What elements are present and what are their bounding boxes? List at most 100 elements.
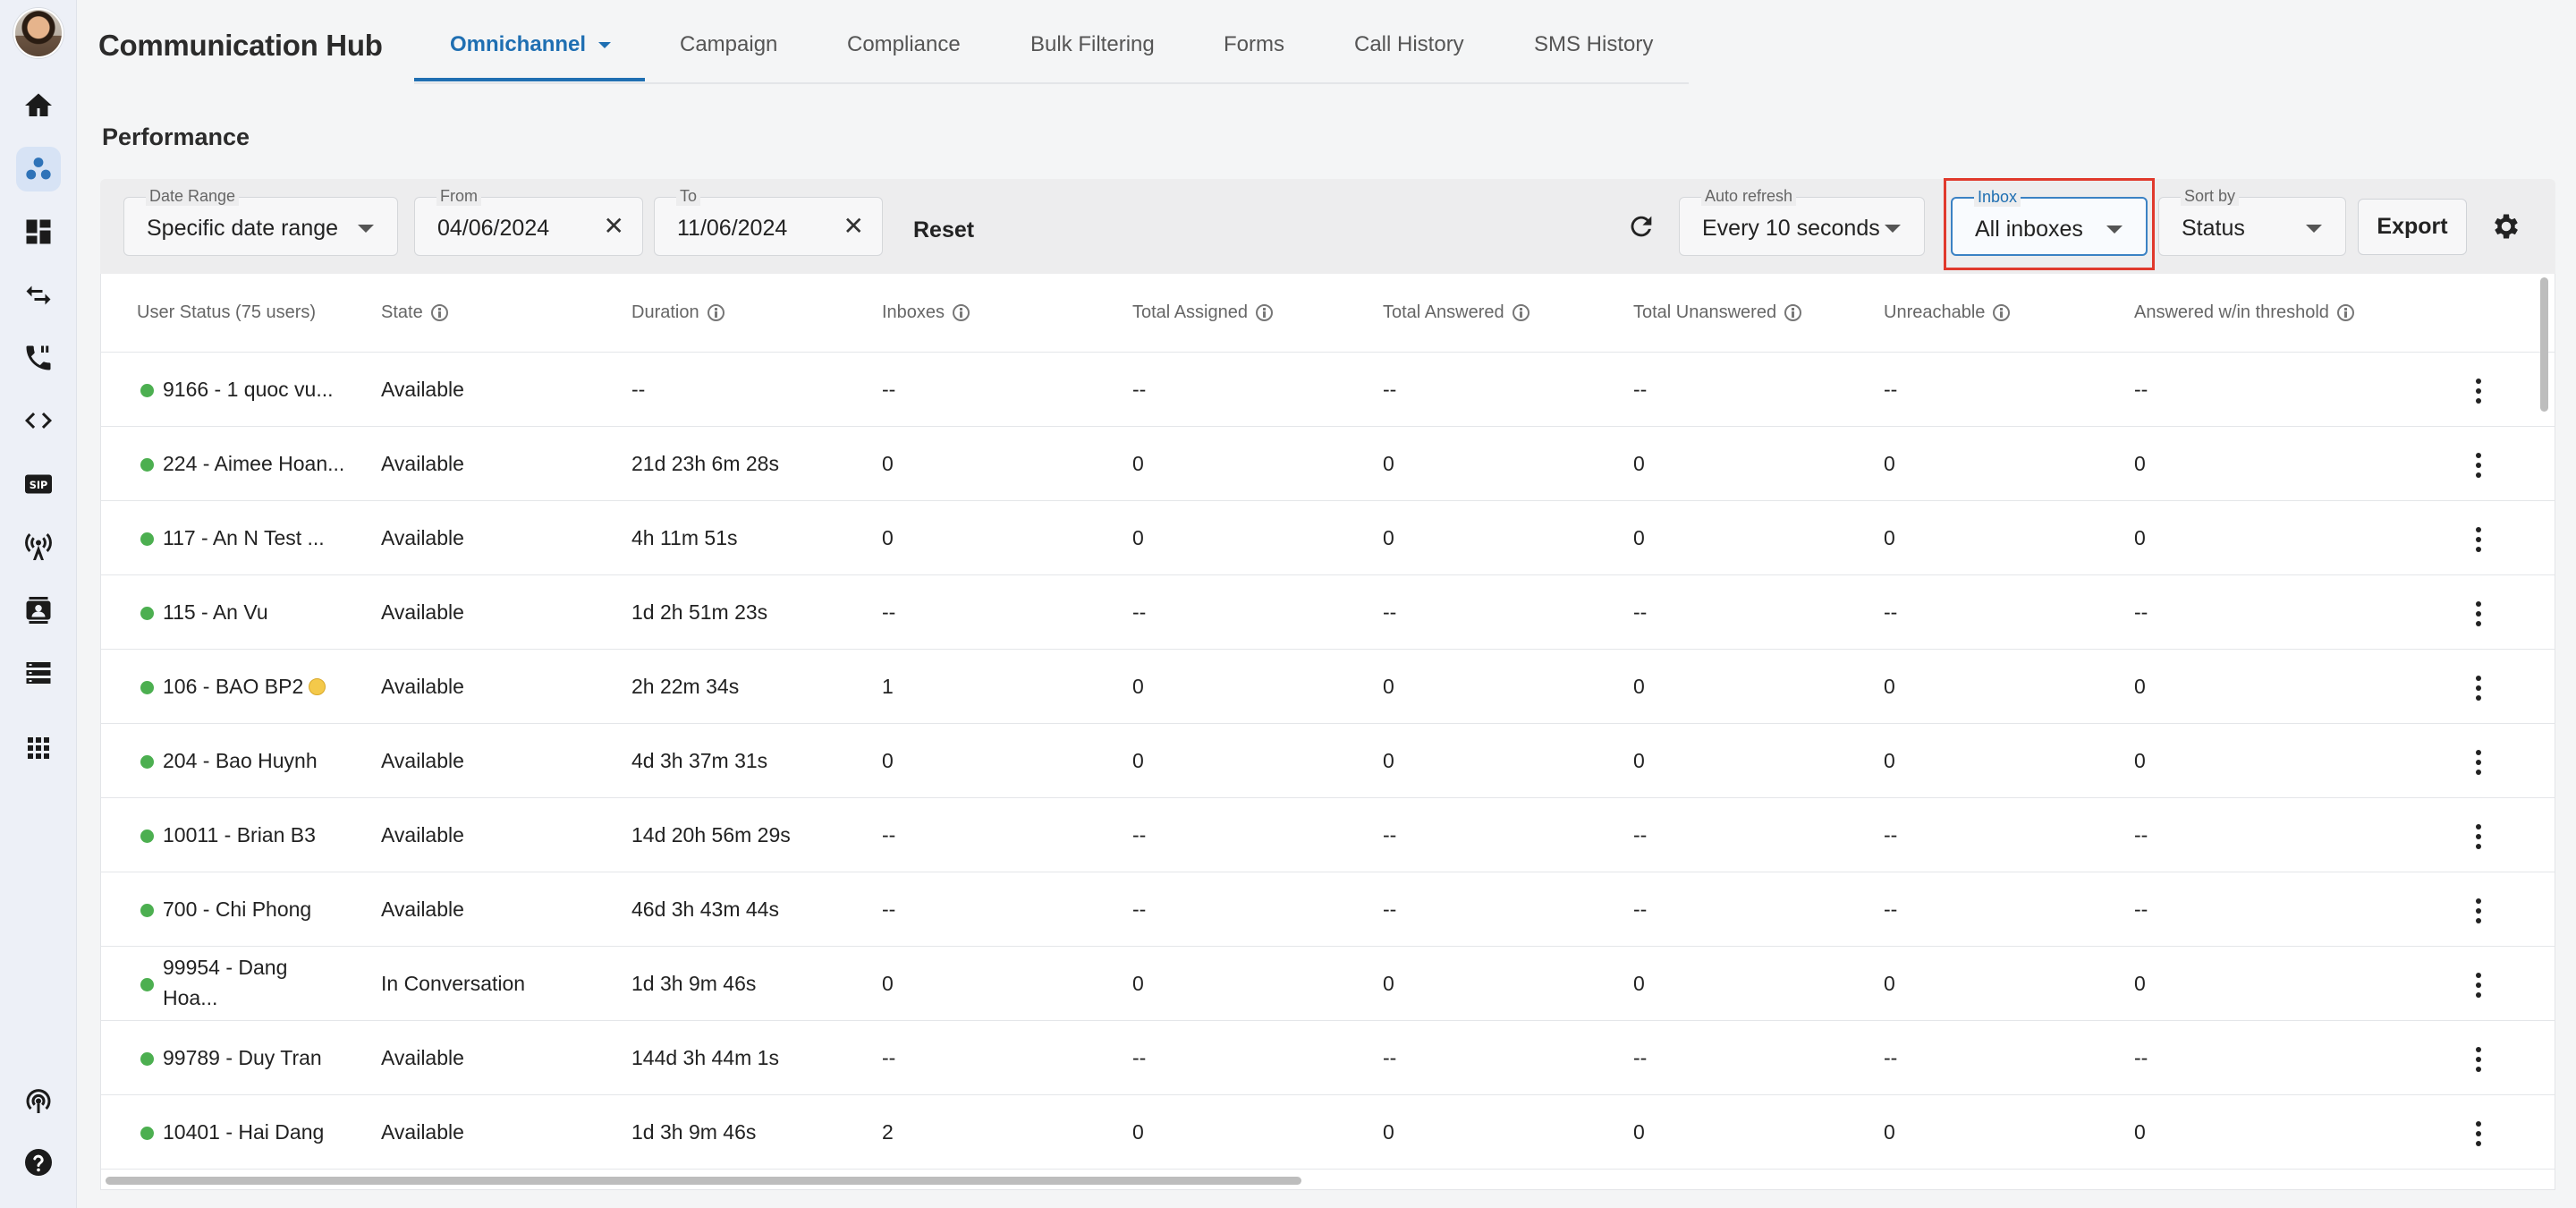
cell-state: Available [381, 749, 464, 772]
col-total-unanswered[interactable]: Total Unanswered [1633, 302, 1802, 323]
info-icon[interactable] [1255, 304, 1273, 321]
sip-icon[interactable]: SIP [16, 462, 61, 506]
more-options-icon[interactable] [2474, 750, 2483, 775]
more-options-icon[interactable] [2474, 973, 2483, 998]
more-options-icon[interactable] [2474, 601, 2483, 626]
table-row[interactable]: 204 - Bao Huynh Available 4d 3h 37m 31s 0 0 0… [101, 724, 2555, 798]
table-row[interactable]: 115 - An Vu Available 1d 2h 51m 23s -- -- -- -… [101, 575, 2555, 650]
vertical-scrollbar[interactable] [2540, 277, 2548, 412]
info-icon[interactable] [1512, 304, 1530, 321]
more-options-icon[interactable] [2474, 1047, 2483, 1072]
clear-icon[interactable]: ✕ [843, 213, 864, 240]
signal-icon[interactable] [16, 1077, 61, 1122]
tab-compliance[interactable]: Compliance [847, 32, 961, 57]
table-row[interactable]: 99954 - Dang Hoa... In Conversation 1d 3h 9… [101, 947, 2555, 1021]
more-options-icon[interactable] [2474, 898, 2483, 923]
more-options-icon[interactable] [2474, 1121, 2483, 1146]
table-row[interactable]: 224 - Aimee Hoan... Available 21d 23h 6m 2… [101, 427, 2555, 501]
more-options-icon[interactable] [2474, 379, 2483, 404]
clear-icon[interactable]: ✕ [604, 213, 624, 240]
app-title: Communication Hub [98, 29, 383, 62]
info-icon[interactable] [707, 304, 724, 321]
cell-total-answered: 0 [1383, 749, 1394, 772]
info-icon[interactable] [2336, 304, 2354, 321]
to-date-field[interactable]: To 11/06/2024 ✕ [654, 187, 883, 256]
col-inboxes[interactable]: Inboxes [882, 302, 970, 323]
cell-inboxes: 0 [882, 749, 894, 772]
avatar[interactable] [13, 8, 64, 58]
more-options-icon[interactable] [2474, 824, 2483, 849]
list-icon[interactable] [16, 651, 61, 695]
cell-total-answered: 0 [1383, 452, 1394, 475]
phone-icon[interactable] [16, 336, 61, 380]
more-options-icon[interactable] [2474, 527, 2483, 552]
more-options-icon[interactable] [2474, 676, 2483, 701]
cell-unreachable: -- [1884, 378, 1898, 401]
auto-refresh-select[interactable]: Auto refresh Every 10 seconds [1679, 187, 1925, 256]
col-state[interactable]: State [381, 302, 448, 323]
omnichannel-icon[interactable] [16, 147, 61, 191]
cell-answered-threshold: 0 [2134, 972, 2146, 995]
tab-campaign[interactable]: Campaign [680, 32, 777, 57]
code-icon[interactable] [16, 398, 61, 443]
more-options-icon[interactable] [2474, 453, 2483, 478]
help-icon[interactable] [16, 1140, 61, 1185]
col-unreachable[interactable]: Unreachable [1884, 302, 2011, 323]
col-user-status[interactable]: User Status (75 users) [137, 302, 316, 323]
col-answered-threshold[interactable]: Answered w/in threshold [2134, 302, 2354, 323]
tab-forms[interactable]: Forms [1224, 32, 1284, 57]
col-total-answered[interactable]: Total Answered [1383, 302, 1530, 323]
performance-table: User Status (75 users) State Duration In… [100, 274, 2555, 1190]
table-row[interactable]: 10011 - Brian B3 Available 14d 20h 56m 29s… [101, 798, 2555, 872]
export-button[interactable]: Export [2358, 199, 2467, 255]
apps-icon[interactable] [16, 726, 61, 770]
chevron-down-icon [1885, 225, 1901, 233]
table-row[interactable]: 99789 - Duy Tran Available 144d 3h 44m 1s -… [101, 1021, 2555, 1095]
cell-total-answered: 0 [1383, 1120, 1394, 1144]
tab-omnichannel[interactable]: Omnichannel [450, 32, 612, 57]
table-row[interactable]: 700 - Chi Phong Available 46d 3h 43m 44s --… [101, 872, 2555, 947]
contacts-icon[interactable] [16, 588, 61, 633]
refresh-icon[interactable] [1623, 208, 1659, 244]
info-icon[interactable] [953, 304, 970, 321]
info-icon[interactable] [1993, 304, 2011, 321]
sort-by-select[interactable]: Sort by Status [2158, 187, 2346, 256]
cell-total-unanswered: -- [1633, 378, 1648, 401]
cell-total-unanswered: 0 [1633, 749, 1645, 772]
col-total-assigned[interactable]: Total Assigned [1132, 302, 1273, 323]
cell-total-unanswered: 0 [1633, 452, 1645, 475]
tab-call-history[interactable]: Call History [1354, 32, 1464, 57]
cell-total-answered: -- [1383, 823, 1397, 846]
cell-answered-threshold: 0 [2134, 675, 2146, 698]
from-date-field[interactable]: From 04/06/2024 ✕ [414, 187, 643, 256]
reset-button[interactable]: Reset [913, 217, 974, 243]
broadcast-icon[interactable] [16, 524, 61, 569]
table-row[interactable]: 10401 - Hai Dang Available 1d 3h 9m 46s 2 0 0… [101, 1095, 2555, 1170]
tab-bulk-filtering[interactable]: Bulk Filtering [1030, 32, 1155, 57]
cell-inboxes: -- [882, 823, 896, 846]
cell-total-unanswered: 0 [1633, 526, 1645, 549]
status-dot [140, 829, 154, 843]
dashboard-icon[interactable] [16, 209, 61, 254]
table-row[interactable]: 106 - BAO BP2 Available 2h 22m 34s 1 0 0 0 0 0 [101, 650, 2555, 724]
date-range-select[interactable]: Date Range Specific date range [123, 187, 398, 256]
cell-total-unanswered: 0 [1633, 1120, 1645, 1144]
tab-sms-history[interactable]: SMS History [1534, 32, 1653, 57]
horizontal-scrollbar[interactable] [106, 1177, 1301, 1185]
cell-total-answered: -- [1383, 600, 1397, 624]
table-row[interactable]: 117 - An N Test ... Available 4h 11m 51s 0 0… [101, 501, 2555, 575]
cell-user: 10401 - Hai Dang [163, 1120, 325, 1144]
transfer-icon[interactable] [16, 273, 61, 318]
col-duration[interactable]: Duration [631, 302, 724, 323]
cell-duration: 1d 3h 9m 46s [631, 972, 757, 995]
info-icon[interactable] [430, 304, 448, 321]
cell-total-assigned: -- [1132, 1046, 1147, 1069]
home-icon[interactable] [16, 83, 61, 128]
info-icon[interactable] [1784, 304, 1802, 321]
active-tab-indicator [414, 78, 645, 81]
status-dot [140, 681, 154, 694]
table-row[interactable]: 9166 - 1 quoc vu... Available -- -- -- -- -- --… [101, 353, 2555, 427]
cell-total-assigned: 0 [1132, 675, 1144, 698]
cell-answered-threshold: 0 [2134, 452, 2146, 475]
gear-icon[interactable] [2487, 207, 2526, 246]
